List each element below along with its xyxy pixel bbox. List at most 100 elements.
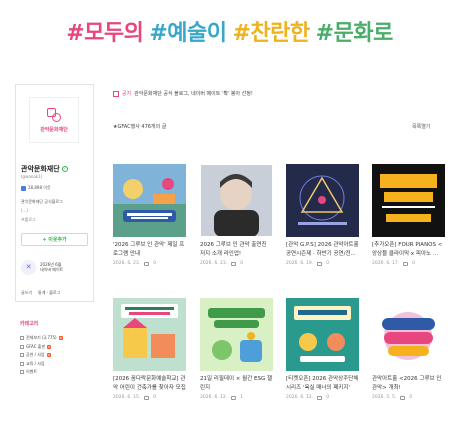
new-badge: N (46, 353, 51, 358)
post-meta: 2026. 6. 15. 0 (113, 395, 186, 400)
profile-stats-text: 28,898 이웃 (28, 185, 51, 190)
post-title[interactable]: 21일 리필데이 × 월간 ESG 챌린지 (200, 375, 273, 393)
banner-word-4: #문화로 (315, 21, 394, 46)
logo-mark-icon (47, 107, 61, 122)
post-thumbnail[interactable] (200, 164, 273, 237)
post-date: 2026. 5. 5. (372, 395, 397, 400)
category-label: 공연 / 사업 (26, 352, 45, 358)
post-title[interactable]: '2026 그루브 인 관악' 제일 프로그램 안내 (113, 241, 186, 259)
category-item[interactable]: 이벤트 (20, 368, 63, 377)
profile-logo[interactable]: 관악문화재단 (29, 97, 79, 143)
post-date: 2026. 6. 15. (113, 395, 141, 400)
post-card[interactable]: [관악 G.P.S] 2026 관악아트홀 공연시즌제 · 하반기 공연/전..… (286, 164, 359, 294)
profile-name-text: 관악문화재단 (21, 165, 60, 173)
post-card[interactable]: 관악아트홀 <2026 그루브 인 관악> 개최! 2026. 5. 5. 0 (372, 298, 445, 425)
folder-icon (20, 344, 24, 349)
comment-count: 0 (326, 261, 330, 266)
post-date: 2026. 6. 12. (286, 395, 314, 400)
event-banner[interactable]: ✕ 2026년 6월 네이버 메이트 (21, 256, 88, 278)
comment-icon (317, 395, 323, 400)
post-title[interactable]: [관악 G.P.S] 2026 관악아트홀 공연시즌제 · 하반기 공연/전..… (286, 241, 359, 259)
category-label: GFAC 출판 (26, 343, 46, 349)
post-thumbnail[interactable] (200, 298, 273, 371)
neighbor-icon (21, 185, 26, 191)
category-item[interactable]: GFAC 출판 N (20, 343, 63, 352)
write-post-link[interactable]: 글쓰기 (21, 290, 32, 296)
post-list-header: ★GFAC행사 476개의 글 (113, 124, 167, 130)
comment-icon (317, 261, 323, 266)
post-thumbnail[interactable] (113, 164, 186, 237)
comment-icon (231, 395, 237, 400)
comment-count: 1 (240, 395, 244, 400)
post-card[interactable]: 2026 그루브 인 관악 출연진 저지 소개 라인업! 2026. 6. 23… (200, 164, 273, 294)
post-title[interactable]: 2026 그루브 인 관악 출연진 저지 소개 라인업! (200, 241, 273, 259)
list-open-button[interactable]: 목록열기 (412, 123, 430, 130)
hashtag-banner: #모두의 #예술이 #찬란한 #문화로 (0, 0, 459, 62)
add-neighbor-button[interactable]: + 이웃추가 (21, 233, 88, 246)
profile-card: 관악문화재단 관악문화재단 ✓ (gwanak1) 28,898 이웃 관악문화… (15, 84, 94, 302)
folder-icon (20, 361, 24, 366)
notice-text: 관악문화재단 공식 블로그, 네이버 메이트 '확' 봉아 선정! (134, 91, 253, 97)
post-date: 2026. 6. 17. (372, 261, 400, 266)
profile-footer: 글쓰기 통계 · 블로그 (21, 290, 60, 296)
post-thumbnail[interactable] (286, 298, 359, 371)
post-date: 2026. 6. 23. (200, 261, 228, 266)
banner-title: #모두의 #예술이 #찬란한 #문화로 (66, 15, 393, 47)
post-thumbnail[interactable] (372, 164, 445, 237)
banner-word-3: #찬란한 (232, 21, 311, 46)
category-label: 교육 / 사업 (26, 360, 45, 366)
event-text: 2026년 6월 네이버 메이트 (40, 262, 63, 272)
post-title[interactable]: [2026 꿈다락문화예술학교] 관악 어린이 건축가를 찾아자 모집 (113, 375, 186, 393)
notice-label: 공지 (122, 91, 132, 97)
comment-icon (144, 395, 150, 400)
post-meta: 2026. 6. 19. 0 (286, 261, 359, 266)
profile-stats: 28,898 이웃 (21, 185, 51, 191)
notice-bar[interactable]: 공지 관악문화재단 공식 블로그, 네이버 메이트 '확' 봉아 선정! (113, 90, 253, 97)
post-card[interactable]: 21일 리필데이 × 월간 ESG 챌린지 2026. 6. 12. 1 (200, 298, 273, 425)
post-title[interactable]: [티켓오픈] 2026 관악상주단체 시리즈 '욕실 매너의 패키지' (286, 375, 359, 393)
comment-count: 0 (153, 395, 157, 400)
stats-link[interactable]: 통계 · 블로그 (38, 290, 60, 296)
profile-description: 관악문화재단 공식블로그 (21, 199, 63, 204)
profile-prologue-link[interactable]: 프롤로그 (21, 217, 36, 223)
post-card[interactable]: [2026 꿈다락문화예술학교] 관악 어린이 건축가를 찾아자 모집 2026… (113, 298, 186, 425)
verified-check-icon: ✓ (61, 166, 68, 172)
category-list: 전체보기 (3,775) N GFAC 출판 N 공연 / 사업 N 교육 / 사업 … (20, 334, 63, 377)
profile-more[interactable]: (...) (21, 208, 28, 213)
comment-icon (403, 261, 409, 266)
post-thumbnail[interactable] (286, 164, 359, 237)
banner-word-2: #예술이 (149, 21, 227, 46)
folder-icon (20, 370, 24, 375)
post-meta: 2026. 6. 12. 1 (200, 395, 273, 400)
post-title[interactable]: 관악아트홀 <2026 그루브 인 관악> 개최! (372, 375, 445, 393)
comment-count: 0 (409, 395, 413, 400)
post-meta: 2026. 6. 23. 0 (113, 261, 186, 266)
post-card[interactable]: '2026 그루브 인 관악' 제일 프로그램 안내 2026. 6. 23. 0 (113, 164, 186, 294)
category-item[interactable]: 전체보기 (3,775) N (20, 334, 63, 343)
post-thumbnail[interactable] (113, 298, 186, 371)
post-meta: 2026. 5. 5. 0 (372, 395, 445, 400)
post-card[interactable]: [추가오픈] FOUR PIANOS < 앙상블 클라이막 x 피아노 ... … (372, 164, 445, 294)
post-card[interactable]: [티켓오픈] 2026 관악상주단체 시리즈 '욕실 매너의 패키지' 2026… (286, 298, 359, 425)
new-badge: N (47, 344, 52, 349)
post-thumbnail[interactable] (372, 298, 445, 371)
profile-name[interactable]: 관악문화재단 ✓ (21, 164, 68, 174)
category-item[interactable]: 공연 / 사업 N (20, 351, 63, 360)
profile-blog-id: (gwanak1) (21, 174, 43, 179)
category-label: 이벤트 (26, 369, 38, 375)
post-date: 2026. 6. 12. (200, 395, 228, 400)
comment-icon (400, 395, 406, 400)
event-badge-icon: ✕ (21, 259, 36, 275)
category-title: 카테고리 (20, 321, 39, 327)
folder-icon (20, 336, 24, 341)
post-title[interactable]: [추가오픈] FOUR PIANOS < 앙상블 클라이막 x 피아노 ... (372, 241, 445, 259)
post-date: 2026. 6. 19. (286, 261, 314, 266)
folder-icon (20, 353, 24, 358)
banner-word-1: #모두의 (66, 21, 144, 46)
event-line-2: 네이버 메이트 (40, 267, 64, 272)
comment-count: 0 (240, 261, 244, 266)
comment-count: 0 (153, 261, 157, 266)
post-meta: 2026. 6. 23. 0 (200, 261, 273, 266)
logo-text: 관악문화재단 (40, 126, 68, 133)
category-item[interactable]: 교육 / 사업 (20, 360, 63, 369)
